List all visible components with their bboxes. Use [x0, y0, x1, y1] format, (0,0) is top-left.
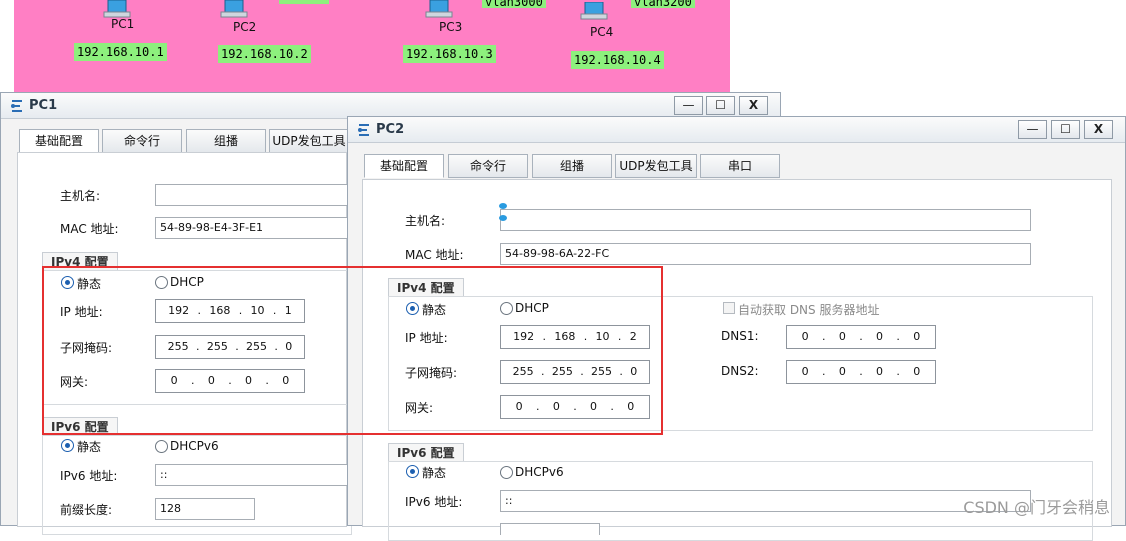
ipv6-group-label: IPv6 配置 — [388, 443, 464, 461]
tab-udp-tool[interactable]: UDP发包工具 — [269, 129, 349, 153]
hostname-label: 主机名: — [60, 189, 101, 203]
pc1-label: PC1 — [111, 17, 135, 31]
static-v6-radio[interactable] — [61, 439, 74, 452]
close-button[interactable]: X — [739, 96, 768, 115]
ensp-app-icon — [358, 124, 369, 136]
static-v6-label: 静态 — [422, 466, 447, 480]
static-v6-radio[interactable] — [406, 465, 419, 478]
ensp-app-icon — [11, 100, 22, 112]
pc1-window-title: PC1 — [29, 98, 58, 113]
ipv6-address-input[interactable]: :: — [500, 490, 1031, 512]
pc3-vlan-tag: vlan3000 — [482, 0, 546, 8]
ipv6-address-label: IPv6 地址: — [405, 495, 463, 509]
minimize-button[interactable]: — — [1018, 120, 1047, 139]
tab-basic-config[interactable]: 基础配置 — [19, 129, 99, 153]
dhcpv6-label: DHCPv6 — [515, 465, 564, 479]
mac-field: 54-89-98-E4-3F-E1 — [155, 217, 349, 239]
hostname-input[interactable] — [500, 209, 1031, 231]
pc4-device-icon[interactable] — [579, 2, 609, 20]
topology-canvas[interactable]: PC1 192.168.10.1 PC2 192.168.10.2 PC3 vl… — [14, 0, 730, 92]
tab-command-line[interactable]: 命令行 — [102, 129, 182, 153]
dns2-label: DNS2: — [721, 364, 759, 378]
highlight-annotation — [42, 266, 663, 435]
pc2-device-icon[interactable] — [219, 0, 249, 18]
dhcpv6-radio[interactable] — [155, 440, 168, 453]
auto-dns-label: 自动获取 DNS 服务器地址 — [738, 303, 880, 317]
prefix-length-label: 前缀长度: — [60, 503, 113, 517]
close-button[interactable]: X — [1084, 120, 1113, 139]
watermark: CSDN @门牙会稍息 — [963, 498, 1110, 517]
tab-udp-tool[interactable]: UDP发包工具 — [615, 154, 697, 178]
tab-basic-config[interactable]: 基础配置 — [364, 154, 444, 178]
auto-dns-checkbox[interactable] — [723, 302, 735, 314]
hostname-input[interactable] — [155, 184, 349, 206]
mac-field: 54-89-98-6A-22-FC — [500, 243, 1031, 265]
pc3-ip-tag: 192.168.10.3 — [403, 45, 496, 63]
pc4-ip-tag: 192.168.10.4 — [571, 51, 664, 69]
prefix-length-input[interactable]: 128 — [155, 498, 255, 520]
pc1-device-icon[interactable] — [102, 0, 132, 18]
dns1-label: DNS1: — [721, 329, 759, 343]
dns1-input[interactable]: 0. 0. 0. 0 — [786, 325, 936, 349]
pc1-ip-tag: 192.168.10.1 — [74, 43, 167, 61]
pc2-ip-tag: 192.168.10.2 — [218, 45, 311, 63]
static-v6-label: 静态 — [77, 440, 102, 454]
dhcpv6-label: DHCPv6 — [170, 439, 219, 453]
mac-label: MAC 地址: — [405, 248, 464, 262]
pc2-window-title: PC2 — [376, 122, 405, 137]
maximize-button[interactable]: ☐ — [706, 96, 735, 115]
tab-serial-port[interactable]: 串口 — [700, 154, 780, 178]
dhcpv6-radio[interactable] — [500, 466, 513, 479]
tab-multicast[interactable]: 组播 — [532, 154, 612, 178]
tab-multicast[interactable]: 组播 — [186, 129, 266, 153]
ipv6-address-label: IPv6 地址: — [60, 469, 118, 483]
pc4-label: PC4 — [590, 25, 614, 39]
pc3-device-icon[interactable] — [424, 0, 454, 18]
hostname-label: 主机名: — [405, 214, 446, 228]
pc2-titlebar[interactable]: PC2 — ☐ X — [348, 117, 1125, 143]
ipv6-address-input[interactable]: :: — [155, 464, 349, 486]
prefix-length-input[interactable] — [500, 523, 600, 535]
maximize-button[interactable]: ☐ — [1051, 120, 1080, 139]
pc2-label: PC2 — [233, 20, 257, 34]
tab-command-line[interactable]: 命令行 — [448, 154, 528, 178]
minimize-button[interactable]: — — [674, 96, 703, 115]
pc2-vlan-tag-partial — [279, 0, 329, 4]
mac-label: MAC 地址: — [60, 222, 119, 236]
dns2-input[interactable]: 0. 0. 0. 0 — [786, 360, 936, 384]
resize-handle-icon[interactable] — [498, 202, 508, 236]
pc3-label: PC3 — [439, 20, 463, 34]
pc4-vlan-tag: vlan3200 — [631, 0, 695, 8]
